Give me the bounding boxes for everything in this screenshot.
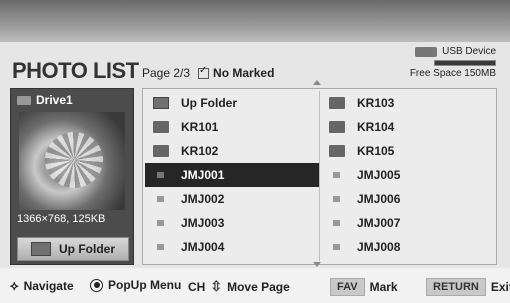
item-label: Up Folder — [181, 96, 237, 110]
drive-icon — [17, 95, 31, 105]
item-label: JMJ007 — [357, 216, 401, 230]
folder-icon — [329, 97, 345, 109]
file-item[interactable]: JMJ001 — [145, 163, 319, 187]
folder-icon — [153, 121, 169, 133]
usb-icon — [415, 46, 438, 57]
item-label: JMJ006 — [357, 192, 401, 206]
exit-label: Exit — [490, 280, 510, 294]
file-list: Up Folder KR101 KR102 JMJ001 JMJ002 JMJ003 JMJ… — [142, 88, 497, 265]
item-label: JMJ003 — [181, 216, 225, 230]
folder-item[interactable]: KR102 — [145, 139, 319, 163]
item-label: JMJ004 — [181, 240, 225, 254]
checkbox-icon — [198, 65, 210, 79]
file-item[interactable]: JMJ004 — [145, 235, 319, 259]
item-label: KR103 — [357, 96, 395, 110]
up-folder-label: Up Folder — [59, 242, 115, 256]
photo-thumbnail — [19, 112, 125, 210]
return-key[interactable]: RETURN — [426, 278, 486, 296]
ch-label: CH — [188, 279, 206, 294]
page-title: PHOTO LIST — [12, 58, 139, 83]
navigate-label: Navigate — [23, 279, 74, 293]
scroll-up-arrow-icon[interactable] — [313, 80, 321, 85]
exit-hint: RETURN Exit — [426, 278, 510, 296]
item-label: KR101 — [181, 120, 219, 134]
file-item[interactable]: JMJ003 — [145, 211, 319, 235]
photo-resolution: 1366×768, 125KB — [17, 213, 106, 225]
folder-item[interactable]: KR105 — [321, 139, 495, 163]
usb-label: USB Device — [442, 46, 496, 57]
up-folder-item[interactable]: Up Folder — [145, 91, 319, 115]
file-item[interactable]: JMJ008 — [321, 235, 495, 259]
image-file-icon — [333, 172, 340, 178]
up-folder-icon — [31, 242, 51, 256]
storage-bar — [434, 60, 496, 66]
item-label: JMJ005 — [357, 168, 401, 182]
up-folder-button[interactable]: Up Folder — [17, 237, 129, 261]
image-file-icon — [333, 220, 340, 226]
file-item[interactable]: JMJ007 — [321, 211, 495, 235]
move-page-label: Move Page — [227, 279, 290, 294]
item-label: KR104 — [357, 120, 395, 134]
folder-item[interactable]: KR103 — [321, 91, 495, 115]
drive-name: Drive1 — [36, 93, 73, 107]
image-file-icon — [157, 172, 164, 178]
page-indicator: Page 2/3 — [142, 66, 191, 80]
marked-status: No Marked — [213, 66, 275, 80]
image-file-icon — [157, 244, 164, 250]
file-item[interactable]: JMJ002 — [145, 187, 319, 211]
drive-panel: Drive1 1366×768, 125KB Up Folder — [10, 88, 134, 265]
folder-icon — [153, 145, 169, 157]
folder-item[interactable]: KR104 — [321, 115, 495, 139]
ch-updown-icon: ⇳ — [210, 278, 223, 294]
folder-item[interactable]: KR101 — [145, 115, 319, 139]
popup-hint: PopUp Menu — [90, 278, 181, 292]
page-info: Page 2/3 No Marked — [142, 65, 275, 81]
ok-button-icon — [90, 278, 103, 292]
mark-label: Mark — [369, 280, 398, 294]
file-item[interactable]: JMJ005 — [321, 163, 495, 187]
up-folder-icon — [153, 97, 169, 109]
popup-label: PopUp Menu — [108, 278, 182, 292]
image-file-icon — [333, 196, 340, 202]
usb-info: USB Device Free Space 150MB — [410, 46, 496, 79]
free-space: Free Space 150MB — [409, 68, 496, 79]
item-label: JMJ002 — [181, 192, 225, 206]
navigate-icon: ⟡ — [10, 278, 19, 293]
footer-help-bar: ⟡ Navigate PopUp Menu CH ⇳ Move Page FAV… — [0, 268, 510, 303]
top-banner — [0, 0, 510, 42]
folder-icon — [329, 121, 345, 133]
column-divider — [319, 91, 320, 261]
move-page-hint: CH ⇳ Move Page — [188, 278, 290, 295]
mark-hint: FAV Mark — [330, 278, 398, 296]
file-item[interactable]: JMJ006 — [321, 187, 495, 211]
fav-key[interactable]: FAV — [330, 278, 365, 296]
folder-icon — [329, 145, 345, 157]
image-file-icon — [333, 244, 340, 250]
item-label: JMJ008 — [357, 240, 401, 254]
drive-header: Drive1 — [17, 93, 73, 107]
image-file-icon — [157, 220, 164, 226]
item-label: JMJ001 — [181, 168, 225, 182]
item-label: KR105 — [357, 144, 395, 158]
image-file-icon — [157, 196, 164, 202]
navigate-hint: ⟡ Navigate — [10, 278, 74, 294]
item-label: KR102 — [181, 144, 219, 158]
scroll-down-arrow-icon[interactable] — [313, 262, 321, 267]
file-column-right: KR103 KR104 KR105 JMJ005 JMJ006 JMJ007 JMJ008 — [321, 91, 495, 259]
file-column-left: Up Folder KR101 KR102 JMJ001 JMJ002 JMJ003 JMJ… — [145, 91, 319, 259]
